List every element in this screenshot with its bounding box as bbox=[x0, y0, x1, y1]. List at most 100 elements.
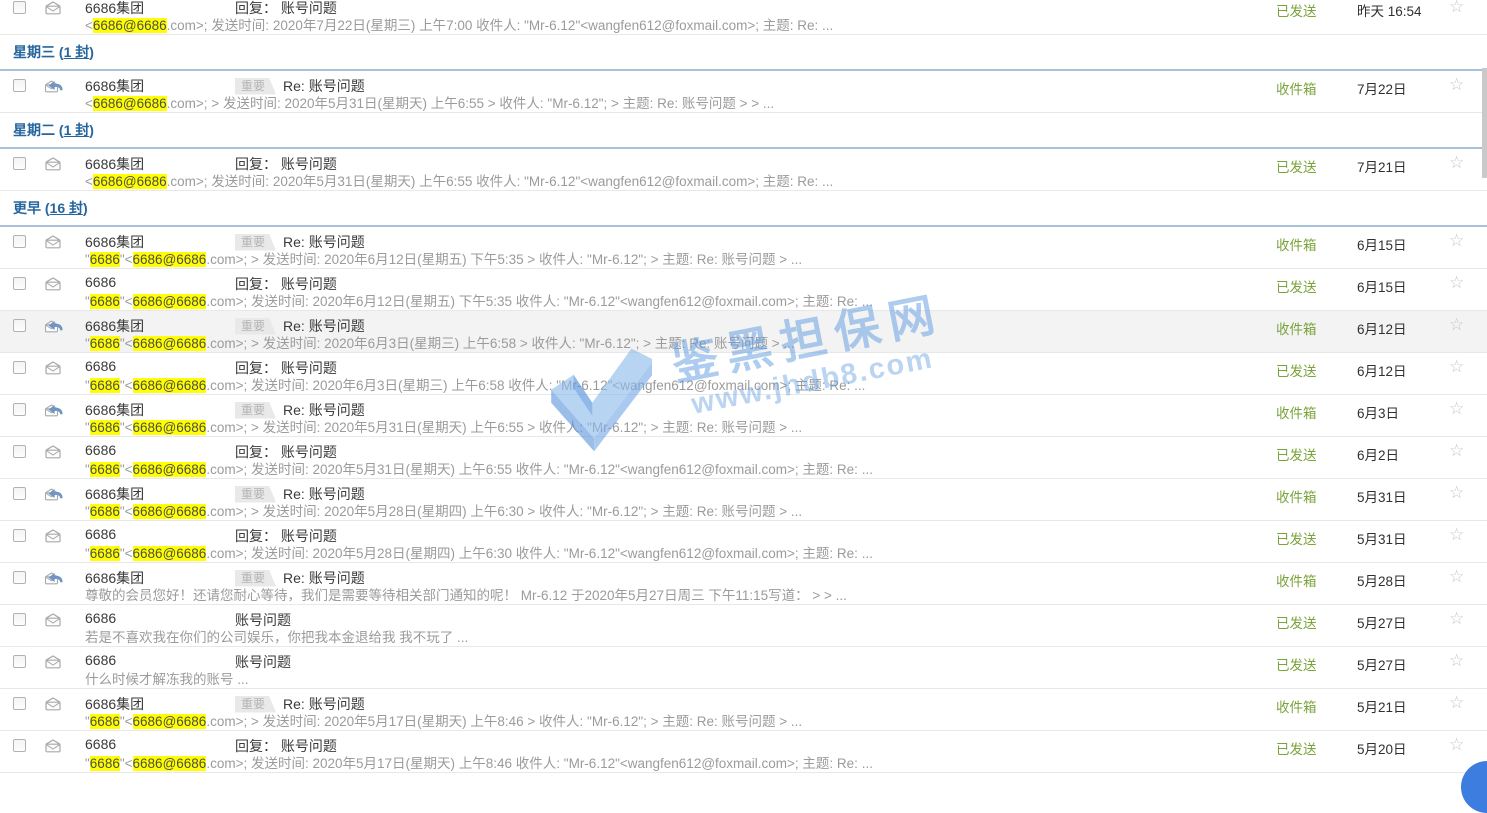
email-row[interactable]: 6686回复： 账号问题"6686"<6686@6686.com>; 发送时间:… bbox=[0, 269, 1487, 311]
email-row[interactable]: 6686集团重要Re: 账号问题"6686"<6686@6686.com>; >… bbox=[0, 311, 1487, 353]
row-checkbox[interactable] bbox=[13, 403, 26, 416]
subject-text[interactable]: Re: 账号问题 bbox=[283, 694, 365, 714]
subject-text[interactable]: Re: 账号问题 bbox=[283, 568, 365, 588]
snippet-text: "< bbox=[120, 294, 133, 309]
folder-link[interactable]: 收件箱 bbox=[1276, 406, 1317, 421]
subject-text[interactable]: 回复： 账号问题 bbox=[235, 274, 337, 294]
email-row[interactable]: 6686集团重要Re: 账号问题"6686"<6686@6686.com>; >… bbox=[0, 479, 1487, 521]
row-checkbox[interactable] bbox=[13, 739, 26, 752]
row-checkbox[interactable] bbox=[13, 571, 26, 584]
subject-text[interactable]: Re: 账号问题 bbox=[283, 232, 365, 252]
star-icon[interactable]: ☆ bbox=[1449, 0, 1464, 16]
row-checkbox[interactable] bbox=[13, 445, 26, 458]
email-row[interactable]: 6686集团回复： 账号问题<6686@6686.com>; 发送时间: 202… bbox=[0, 149, 1487, 191]
folder-link[interactable]: 已发送 bbox=[1276, 364, 1317, 379]
email-row[interactable]: 6686集团重要Re: 账号问题尊敬的会员您好！还请您耐心等待，我们是需要等待相… bbox=[0, 563, 1487, 605]
subject-wrap: 重要Re: 账号问题 bbox=[235, 316, 365, 336]
folder-link[interactable]: 收件箱 bbox=[1276, 574, 1317, 589]
star-icon[interactable]: ☆ bbox=[1449, 273, 1464, 292]
folder-link[interactable]: 已发送 bbox=[1276, 616, 1317, 631]
subject-text[interactable]: 回复： 账号问题 bbox=[235, 736, 337, 756]
subject-text[interactable]: 回复： 账号问题 bbox=[235, 154, 337, 174]
star-icon[interactable]: ☆ bbox=[1449, 525, 1464, 544]
search-highlight: 6686@6686 bbox=[93, 96, 167, 111]
email-row[interactable]: 6686回复： 账号问题"6686"<6686@6686.com>; 发送时间:… bbox=[0, 353, 1487, 395]
row-checkbox[interactable] bbox=[13, 157, 26, 170]
star-icon[interactable]: ☆ bbox=[1449, 231, 1464, 250]
email-line1: 6686集团重要Re: 账号问题 bbox=[85, 76, 1258, 95]
subject-text[interactable]: 回复： 账号问题 bbox=[235, 526, 337, 546]
subject-text[interactable]: 回复： 账号问题 bbox=[235, 358, 337, 378]
subject-text[interactable]: 回复： 账号问题 bbox=[235, 0, 337, 18]
folder-link[interactable]: 收件箱 bbox=[1276, 700, 1317, 715]
sender: 6686 bbox=[85, 526, 235, 542]
subject-text[interactable]: Re: 账号问题 bbox=[283, 484, 365, 504]
row-checkbox[interactable] bbox=[13, 487, 26, 500]
star-icon[interactable]: ☆ bbox=[1449, 357, 1464, 376]
email-row[interactable]: 6686账号问题若是不喜欢我在你们的公司娱乐，你把我本金退给我 我不玩了 ...… bbox=[0, 605, 1487, 647]
date-cell: 6月3日 bbox=[1340, 395, 1440, 422]
snippet: "6686"<6686@6686.com>; > 发送时间: 2020年6月12… bbox=[85, 251, 1258, 269]
star-icon[interactable]: ☆ bbox=[1449, 651, 1464, 670]
row-checkbox[interactable] bbox=[13, 529, 26, 542]
subject-text[interactable]: 账号问题 bbox=[235, 610, 291, 630]
row-checkbox[interactable] bbox=[13, 1, 26, 14]
email-row[interactable]: 6686回复： 账号问题"6686"<6686@6686.com>; 发送时间:… bbox=[0, 731, 1487, 773]
row-checkbox[interactable] bbox=[13, 361, 26, 374]
folder-link[interactable]: 收件箱 bbox=[1276, 322, 1317, 337]
email-row[interactable]: 6686集团重要Re: 账号问题"6686"<6686@6686.com>; >… bbox=[0, 227, 1487, 269]
folder-cell: 已发送 bbox=[1258, 437, 1340, 464]
subject-wrap: 重要Re: 账号问题 bbox=[235, 76, 365, 96]
folder-link[interactable]: 已发送 bbox=[1276, 160, 1317, 175]
snippet-text: "< bbox=[120, 420, 133, 435]
email-row[interactable]: 6686回复： 账号问题"6686"<6686@6686.com>; 发送时间:… bbox=[0, 437, 1487, 479]
row-checkbox[interactable] bbox=[13, 697, 26, 710]
star-icon[interactable]: ☆ bbox=[1449, 735, 1464, 754]
subject-text[interactable]: 账号问题 bbox=[235, 652, 291, 672]
checkbox-cell bbox=[0, 563, 44, 584]
star-icon[interactable]: ☆ bbox=[1449, 609, 1464, 628]
subject-text[interactable]: Re: 账号问题 bbox=[283, 316, 365, 336]
star-icon[interactable]: ☆ bbox=[1449, 153, 1464, 172]
row-checkbox[interactable] bbox=[13, 79, 26, 92]
star-icon[interactable]: ☆ bbox=[1449, 441, 1464, 460]
email-row[interactable]: 6686集团重要Re: 账号问题<6686@6686.com>; > 发送时间:… bbox=[0, 71, 1487, 113]
subject-text[interactable]: Re: 账号问题 bbox=[283, 400, 365, 420]
folder-link[interactable]: 收件箱 bbox=[1276, 82, 1317, 97]
email-row[interactable]: 6686集团重要Re: 账号问题"6686"<6686@6686.com>; >… bbox=[0, 689, 1487, 731]
row-checkbox[interactable] bbox=[13, 235, 26, 248]
row-checkbox[interactable] bbox=[13, 613, 26, 626]
subject-wrap: 回复： 账号问题 bbox=[235, 736, 337, 756]
folder-link[interactable]: 收件箱 bbox=[1276, 490, 1317, 505]
date-label: 6月12日 bbox=[1357, 364, 1407, 379]
star-icon[interactable]: ☆ bbox=[1449, 483, 1464, 502]
subject-text[interactable]: Re: 账号问题 bbox=[283, 76, 365, 96]
date-cell: 昨天 16:54 bbox=[1340, 0, 1440, 20]
folder-link[interactable]: 已发送 bbox=[1276, 280, 1317, 295]
section-count-link[interactable]: 1 封 bbox=[64, 44, 90, 60]
folder-link[interactable]: 已发送 bbox=[1276, 658, 1317, 673]
star-icon[interactable]: ☆ bbox=[1449, 567, 1464, 586]
star-icon[interactable]: ☆ bbox=[1449, 693, 1464, 712]
subject-wrap: 重要Re: 账号问题 bbox=[235, 568, 365, 588]
section-count-link[interactable]: 16 封 bbox=[50, 200, 83, 216]
email-row[interactable]: 6686回复： 账号问题"6686"<6686@6686.com>; 发送时间:… bbox=[0, 521, 1487, 563]
folder-link[interactable]: 已发送 bbox=[1276, 4, 1317, 19]
folder-link[interactable]: 已发送 bbox=[1276, 742, 1317, 757]
section-count-link[interactable]: 1 封 bbox=[64, 122, 90, 138]
star-icon[interactable]: ☆ bbox=[1449, 75, 1464, 94]
folder-link[interactable]: 收件箱 bbox=[1276, 238, 1317, 253]
email-row[interactable]: 6686集团重要Re: 账号问题"6686"<6686@6686.com>; >… bbox=[0, 395, 1487, 437]
row-checkbox[interactable] bbox=[13, 277, 26, 290]
row-checkbox[interactable] bbox=[13, 319, 26, 332]
subject-text[interactable]: 回复： 账号问题 bbox=[235, 442, 337, 462]
snippet: "6686"<6686@6686.com>; > 发送时间: 2020年6月3日… bbox=[85, 335, 1258, 353]
star-icon[interactable]: ☆ bbox=[1449, 399, 1464, 418]
email-row[interactable]: 6686集团回复： 账号问题<6686@6686.com>; 发送时间: 202… bbox=[0, 0, 1487, 35]
scrollbar-thumb[interactable] bbox=[1482, 68, 1487, 178]
star-icon[interactable]: ☆ bbox=[1449, 315, 1464, 334]
folder-link[interactable]: 已发送 bbox=[1276, 532, 1317, 547]
folder-link[interactable]: 已发送 bbox=[1276, 448, 1317, 463]
row-checkbox[interactable] bbox=[13, 655, 26, 668]
email-row[interactable]: 6686账号问题什么时候才解冻我的账号 ...已发送5月27日☆ bbox=[0, 647, 1487, 689]
